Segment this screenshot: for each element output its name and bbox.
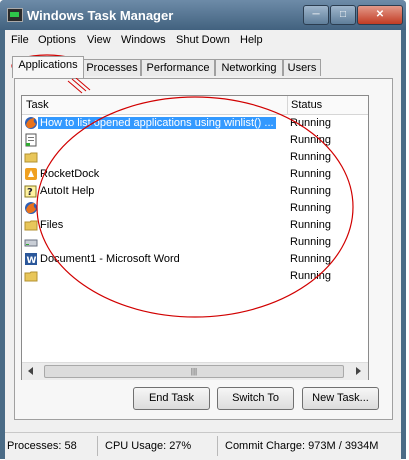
task-row[interactable]: Files Running (22, 217, 368, 234)
column-header-task[interactable]: Task (26, 99, 49, 111)
help-icon: ? (24, 184, 38, 198)
column-divider[interactable] (287, 96, 288, 114)
end-task-button[interactable]: End Task (133, 387, 210, 410)
processes-count: Processes: 58 (7, 440, 77, 452)
menu-bar: File Options View Windows Shut Down Help (5, 30, 401, 50)
menu-view[interactable]: View (87, 34, 111, 46)
column-header-status[interactable]: Status (291, 99, 322, 111)
window-title: Windows Task Manager (27, 8, 174, 23)
cpu-usage: CPU Usage: 27% (105, 440, 192, 452)
document-icon (24, 133, 38, 147)
task-status: Running (290, 134, 331, 146)
maximize-button[interactable]: □ (330, 5, 356, 25)
drive-icon (24, 235, 38, 249)
task-status: Running (290, 185, 331, 197)
task-name: Document1 - Microsoft Word (40, 253, 180, 265)
tab-processes[interactable]: Processes (83, 59, 141, 76)
tab-applications[interactable]: Applications (12, 56, 84, 78)
task-row[interactable]: Running (22, 132, 368, 149)
task-status: Running (290, 219, 331, 231)
task-status: Running (290, 202, 331, 214)
folder-icon (24, 269, 38, 283)
menu-shut-down[interactable]: Shut Down (176, 34, 230, 46)
status-divider (97, 436, 98, 456)
task-manager-icon (7, 8, 23, 22)
scroll-right-icon[interactable] (356, 367, 361, 375)
word-icon: W (24, 252, 38, 266)
svg-text:W: W (27, 256, 37, 266)
task-name: Files (40, 219, 64, 231)
switch-to-button[interactable]: Switch To (217, 387, 294, 410)
new-task-button[interactable]: New Task... (302, 387, 379, 410)
rocketdock-icon (24, 167, 38, 181)
task-row[interactable]: RocketDock Running (22, 166, 368, 183)
task-list[interactable]: Task Status How to list opened applicati… (21, 95, 369, 380)
svg-text:?: ? (27, 187, 33, 198)
tab-networking[interactable]: Networking (215, 59, 283, 76)
commit-charge: Commit Charge: 973M / 3934M (225, 440, 379, 452)
close-button[interactable]: ✕ (357, 5, 403, 25)
task-row[interactable]: Running (22, 234, 368, 251)
task-name: How to list opened applications using wi… (38, 117, 276, 129)
task-row[interactable]: Running (22, 268, 368, 285)
task-list-header: Task Status (22, 96, 368, 115)
task-status: Running (290, 270, 331, 282)
firefox-icon (24, 116, 38, 130)
tab-users[interactable]: Users (283, 59, 321, 76)
task-status: Running (290, 236, 331, 248)
folder-icon (24, 218, 38, 232)
task-name: AutoIt Help (40, 185, 95, 197)
menu-file[interactable]: File (11, 34, 29, 46)
folder-icon (24, 150, 38, 164)
task-row[interactable]: How to list opened applications using wi… (22, 115, 368, 132)
menu-options[interactable]: Options (38, 34, 76, 46)
task-row[interactable]: Running (22, 149, 368, 166)
task-status: Running (290, 151, 331, 163)
task-name: RocketDock (40, 168, 100, 180)
task-status: Running (290, 117, 331, 129)
task-row[interactable]: ? AutoIt Help Running (22, 183, 368, 200)
horizontal-scrollbar[interactable]: ||| (22, 362, 368, 380)
scroll-left-icon[interactable] (28, 367, 33, 375)
window-frame: Windows Task Manager ─ □ ✕ File Options … (0, 0, 406, 460)
menu-windows[interactable]: Windows (121, 34, 166, 46)
status-bar: Processes: 58 CPU Usage: 27% Commit Char… (5, 432, 401, 460)
task-row[interactable]: W Document1 - Microsoft Word Running (22, 251, 368, 268)
menu-help[interactable]: Help (240, 34, 263, 46)
status-divider (217, 436, 218, 456)
scrollbar-thumb[interactable]: ||| (44, 365, 344, 378)
title-bar[interactable]: Windows Task Manager ─ □ ✕ (0, 0, 406, 30)
tab-performance[interactable]: Performance (141, 59, 215, 76)
task-status: Running (290, 253, 331, 265)
task-status: Running (290, 168, 331, 180)
window-client: File Options View Windows Shut Down Help… (5, 30, 401, 460)
minimize-button[interactable]: ─ (303, 5, 329, 25)
task-row[interactable]: Running (22, 200, 368, 217)
firefox-icon (24, 201, 38, 215)
